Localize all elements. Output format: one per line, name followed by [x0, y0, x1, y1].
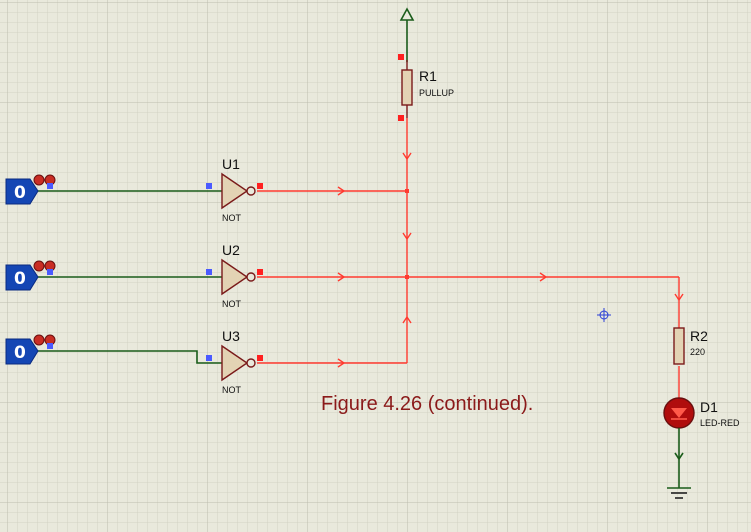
r1-pin-bottom — [398, 115, 404, 121]
u3-type-label: NOT — [222, 385, 242, 395]
d1-ref-label: D1 — [700, 399, 718, 415]
r1-pin-top — [398, 54, 404, 60]
r2-ref-label: R2 — [690, 328, 708, 344]
r2-value-label: 220 — [690, 347, 705, 357]
logic-input-3-state: 0 — [14, 343, 26, 363]
grid-major — [0, 0, 751, 532]
schematic-svg: R1 PULLUP 0 0 0 U1 NOT U2 NOT U3 NOT R2 … — [0, 0, 751, 532]
r1-value-label: PULLUP — [419, 88, 454, 98]
u2-type-label: NOT — [222, 299, 242, 309]
r1-ref-label: R1 — [419, 68, 437, 84]
u3-ref-label: U3 — [222, 328, 240, 344]
u1-ref-label: U1 — [222, 156, 240, 172]
r2-resistor[interactable] — [673, 327, 685, 365]
u1-type-label: NOT — [222, 213, 242, 223]
led-d1[interactable] — [663, 397, 695, 429]
u2-ref-label: U2 — [222, 242, 240, 258]
logic-input-1-state: 0 — [14, 183, 26, 203]
d1-value-label: LED-RED — [700, 418, 740, 428]
logic-input-2-state: 0 — [14, 269, 26, 289]
schematic-canvas[interactable]: R1 PULLUP 0 0 0 U1 NOT U2 NOT U3 NOT R2 … — [0, 0, 751, 532]
figure-caption: Figure 4.26 (continued). — [321, 393, 533, 415]
